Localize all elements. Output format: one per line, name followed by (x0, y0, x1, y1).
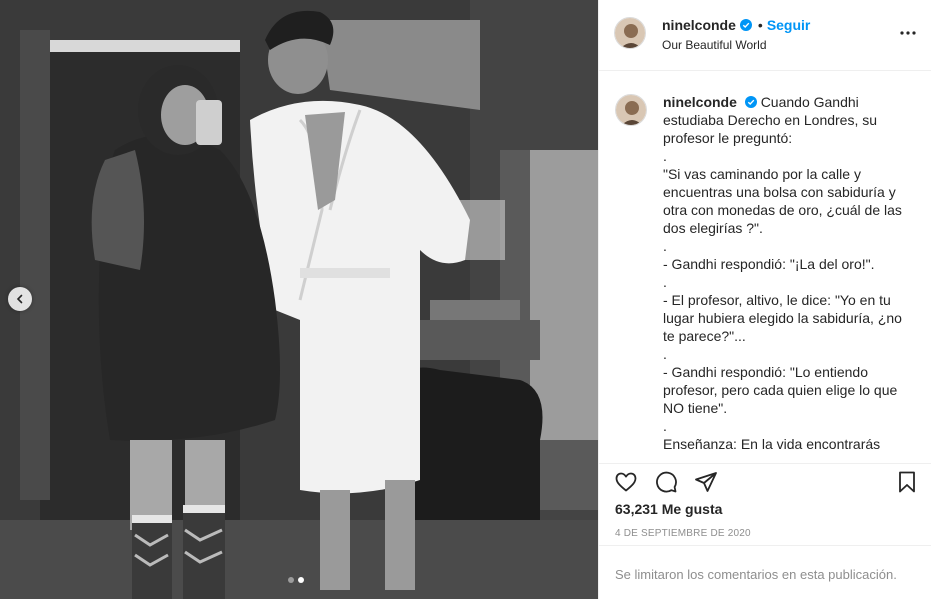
verified-badge-icon (744, 96, 757, 108)
caption-line: . (663, 346, 667, 362)
caption-line: . (663, 418, 667, 434)
carousel-prev-button[interactable] (8, 287, 32, 311)
caption-area[interactable]: ninelconde Cuando Gandhi estudiaba Derec… (599, 71, 931, 463)
action-bar (599, 463, 931, 499)
caption-avatar[interactable] (615, 94, 647, 126)
avatar[interactable] (614, 17, 646, 49)
caption-username[interactable]: ninelconde (663, 94, 737, 110)
caption-line: . (663, 274, 667, 290)
separator-dot: • (757, 17, 763, 33)
chevron-left-icon (16, 294, 23, 304)
caption-line: "Si vas caminando por la calle y encuent… (663, 166, 902, 236)
photo-image (0, 0, 598, 599)
share-button[interactable] (694, 470, 718, 494)
comments-limited-notice: Se limitaron los comentarios en esta pub… (599, 545, 931, 599)
caption-text: ninelconde Cuando Gandhi estudiaba Derec… (663, 93, 908, 453)
carousel-dot (288, 577, 294, 583)
comment-button[interactable] (654, 470, 678, 494)
post-photo[interactable] (0, 0, 598, 599)
caption-line: - El profesor, altivo, le dice: "Yo en t… (663, 292, 902, 344)
like-button[interactable] (614, 470, 638, 494)
more-options-icon (900, 31, 916, 35)
post-date[interactable]: 4 DE SEPTIEMBRE DE 2020 (615, 528, 751, 539)
heart-icon (615, 472, 637, 492)
bookmark-icon (899, 471, 915, 493)
caption-line: Enseñanza: En la vida encontrarás (663, 436, 881, 452)
post-header: ninelconde • Seguir Our Beautiful World (599, 0, 931, 71)
more-options-button[interactable] (899, 24, 917, 42)
caption-line: . (663, 148, 667, 164)
comment-icon (656, 471, 677, 493)
likes-count[interactable]: 63,231 Me gusta (615, 501, 722, 517)
post-sidebar: ninelconde • Seguir Our Beautiful World (598, 0, 931, 599)
send-icon (695, 472, 717, 492)
username-link[interactable]: ninelconde (662, 17, 736, 33)
location-link[interactable]: Our Beautiful World (662, 38, 767, 52)
verified-badge-icon (739, 19, 752, 31)
carousel-dot-active (298, 577, 304, 583)
caption-line: - Gandhi respondió: "¡La del oro!". (663, 256, 875, 272)
follow-button[interactable]: Seguir (767, 17, 811, 33)
caption-line: - Gandhi respondió: "Lo entiendo profeso… (663, 364, 898, 416)
caption-line: . (663, 238, 667, 254)
header-user-line: ninelconde • Seguir (662, 17, 810, 33)
carousel-indicator (288, 577, 304, 583)
save-button[interactable] (895, 470, 919, 494)
